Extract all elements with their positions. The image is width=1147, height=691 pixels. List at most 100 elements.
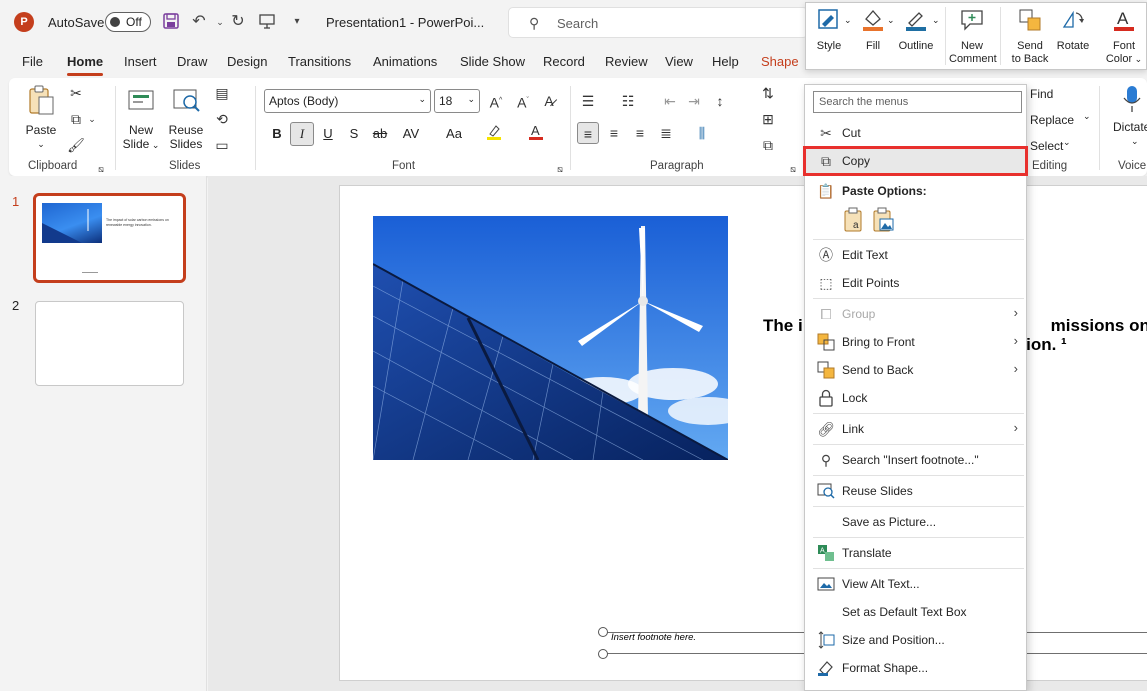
clear-formatting-icon[interactable]: A̷	[538, 90, 560, 112]
microphone-icon[interactable]	[1121, 84, 1143, 114]
strikethrough-button[interactable]: ab	[368, 122, 392, 146]
menu-item-reuse-slides[interactable]: Reuse Slides	[805, 478, 1026, 504]
tab-file[interactable]: File	[22, 54, 43, 69]
align-left-icon[interactable]: ≡	[577, 122, 599, 144]
fill-button[interactable]: Fill	[858, 7, 888, 53]
tab-help[interactable]: Help	[712, 54, 739, 69]
grow-font-icon[interactable]: A^	[485, 90, 507, 112]
slide-thumbnail-1[interactable]: The impact of solar carbon emissions on …	[33, 193, 186, 283]
outline-button[interactable]: Outline	[895, 7, 937, 53]
redo-icon[interactable]: ↻	[228, 12, 248, 32]
slide-thumbnail-2[interactable]	[35, 301, 184, 386]
highlight-icon[interactable]	[483, 122, 505, 144]
reuse-slides-button[interactable]: Reuse Slides	[166, 84, 206, 151]
tab-animations[interactable]: Animations	[373, 54, 437, 69]
tab-draw[interactable]: Draw	[177, 54, 207, 69]
underline-button[interactable]: U	[316, 122, 340, 146]
layout-icon[interactable]: ▤	[211, 82, 233, 104]
save-icon[interactable]	[161, 12, 181, 32]
tab-insert[interactable]: Insert	[124, 54, 157, 69]
italic-button[interactable]: I	[290, 122, 314, 146]
tab-home[interactable]: Home	[67, 54, 104, 76]
menu-item-send-to-back[interactable]: Send to Back ›	[805, 357, 1026, 383]
format-painter-icon[interactable]: 🖌	[65, 134, 87, 156]
bold-button[interactable]: B	[265, 122, 289, 146]
reset-icon[interactable]: ⟲	[211, 108, 233, 130]
resize-handle[interactable]	[598, 649, 608, 659]
menu-item-format-shape[interactable]: Format Shape...	[805, 655, 1026, 681]
undo-icon[interactable]: ↶	[189, 12, 209, 32]
tab-design[interactable]: Design	[227, 54, 267, 69]
paste-picture-icon[interactable]	[872, 207, 896, 233]
line-spacing-icon[interactable]: ↕	[709, 90, 731, 112]
font-name-combo[interactable]: Aptos (Body) ⌄	[264, 89, 431, 113]
menu-item-bring-to-front[interactable]: Bring to Front ›	[805, 329, 1026, 355]
menu-item-cut[interactable]: ✂ Cut	[805, 120, 1026, 146]
dictate-dropdown-icon[interactable]: ⌄	[1131, 136, 1139, 147]
bullets-icon[interactable]: ☰	[577, 90, 599, 112]
rotate-button[interactable]: Rotate	[1054, 7, 1092, 53]
cut-icon[interactable]: ✂	[65, 82, 87, 104]
decrease-indent-icon[interactable]: ⇤	[659, 90, 681, 112]
tab-view[interactable]: View	[665, 54, 693, 69]
tab-record[interactable]: Record	[543, 54, 585, 69]
menu-item-link[interactable]: 🔗︎ Link ›	[805, 416, 1026, 442]
replace-dropdown-icon[interactable]: ⌄	[1083, 111, 1091, 122]
chevron-down-icon[interactable]: ⌄	[844, 15, 852, 26]
paste-keep-text-icon[interactable]: a	[843, 207, 867, 233]
autosave-toggle[interactable]: Off	[105, 12, 151, 32]
numbering-icon[interactable]: ☷	[617, 90, 639, 112]
increase-indent-icon[interactable]: ⇥	[683, 90, 705, 112]
font-size-combo[interactable]: 18 ⌄	[434, 89, 480, 113]
character-spacing-button[interactable]: AV	[396, 122, 426, 146]
search-menus-input[interactable]: Search the menus	[813, 91, 1022, 113]
replace-label[interactable]: Replace	[1030, 113, 1074, 127]
copy-icon[interactable]: ⧉	[65, 108, 87, 130]
smartart-icon[interactable]: ⧉	[757, 134, 779, 156]
menu-item-edit-points[interactable]: ⬚ Edit Points	[805, 270, 1026, 296]
justify-icon[interactable]: ≣	[655, 122, 677, 144]
search-box[interactable]: ⚲ Search	[508, 7, 808, 38]
align-right-icon[interactable]: ≡	[629, 122, 651, 144]
undo-dropdown-icon[interactable]: ⌄	[210, 12, 230, 32]
tab-shape-format[interactable]: Shape	[761, 54, 799, 69]
style-button[interactable]: Style	[814, 7, 844, 53]
menu-item-view-alt-text[interactable]: View Alt Text...	[805, 571, 1026, 597]
new-slide-button[interactable]: New Slide ⌄	[121, 84, 161, 152]
font-color-icon[interactable]: A	[525, 122, 547, 144]
shrink-font-icon[interactable]: Aˇ	[512, 90, 534, 112]
dictate-label[interactable]: Dictate	[1113, 120, 1147, 134]
text-direction-icon[interactable]: ⇅	[757, 82, 779, 104]
font-color-button[interactable]: A Font Color ⌄	[1104, 7, 1144, 66]
tab-slide-show[interactable]: Slide Show	[460, 54, 525, 69]
send-to-back-button[interactable]: Send to Back	[1010, 7, 1050, 66]
tab-transitions[interactable]: Transitions	[288, 54, 351, 69]
change-case-button[interactable]: Aa	[439, 122, 469, 146]
chevron-down-icon[interactable]: ⌄	[887, 15, 895, 26]
menu-item-set-default-text-box[interactable]: Set as Default Text Box	[805, 599, 1026, 625]
shadow-button[interactable]: S	[342, 122, 366, 146]
align-text-icon[interactable]: ⊞	[757, 108, 779, 130]
columns-icon[interactable]: ⫼	[691, 122, 713, 144]
customize-qat-icon[interactable]: ▾	[287, 12, 307, 32]
select-dropdown-icon[interactable]: ⌄	[1063, 137, 1071, 148]
select-label[interactable]: Select	[1030, 139, 1063, 153]
tab-review[interactable]: Review	[605, 54, 648, 69]
menu-item-translate[interactable]: A Translate	[805, 540, 1026, 566]
menu-item-search[interactable]: ⚲ Search "Insert footnote..."	[805, 447, 1026, 473]
menu-item-edit-text[interactable]: Ⓐ Edit Text	[805, 242, 1026, 268]
new-comment-button[interactable]: New Comment	[949, 7, 997, 66]
section-icon[interactable]: ▭	[211, 134, 233, 156]
resize-handle[interactable]	[598, 627, 608, 637]
menu-item-save-as-picture[interactable]: Save as Picture...	[805, 509, 1026, 535]
footnote-text[interactable]: Insert footnote here.	[611, 632, 696, 643]
present-icon[interactable]	[257, 12, 277, 32]
find-label[interactable]: Find	[1030, 87, 1053, 101]
paste-button[interactable]: Paste ⌄	[23, 84, 59, 151]
menu-item-size-and-position[interactable]: Size and Position...	[805, 627, 1026, 653]
menu-item-lock[interactable]: Lock	[805, 385, 1026, 411]
solar-wind-image[interactable]	[373, 216, 728, 460]
copy-dropdown-icon[interactable]: ⌄	[87, 108, 97, 130]
align-center-icon[interactable]: ≡	[603, 122, 625, 144]
chevron-down-icon[interactable]: ⌄	[932, 15, 940, 26]
